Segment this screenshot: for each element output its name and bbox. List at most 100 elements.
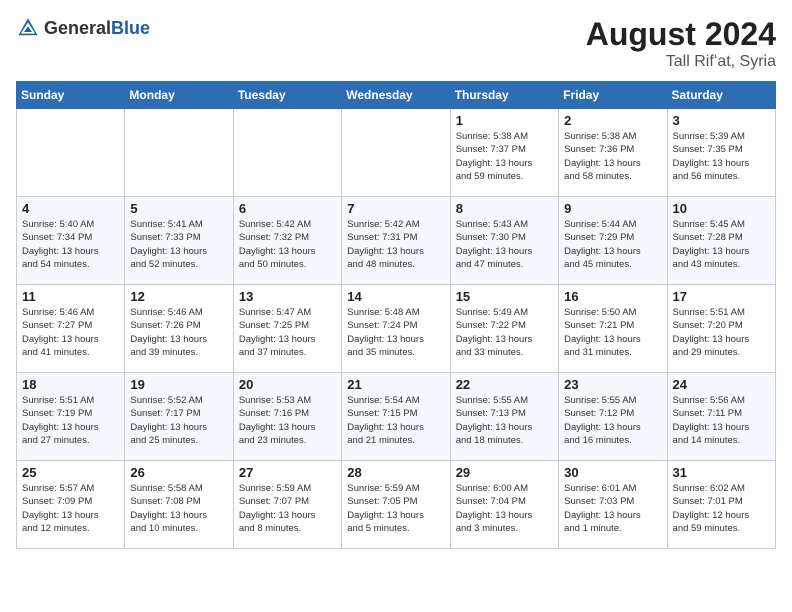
calendar-week-1: 1 Sunrise: 5:38 AMSunset: 7:37 PMDaylight…: [17, 109, 776, 197]
calendar-cell: 27Sunrise: 5:59 AMSunset: 7:07 PMDayligh…: [233, 461, 341, 549]
calendar-cell: 23Sunrise: 5:55 AMSunset: 7:12 PMDayligh…: [559, 373, 667, 461]
calendar-cell: 9Sunrise: 5:44 AMSunset: 7:29 PMDaylight…: [559, 197, 667, 285]
day-number: 13: [239, 289, 336, 304]
day-info: Sunrise: 5:48 AMSunset: 7:24 PMDaylight:…: [347, 306, 444, 359]
day-info: Sunrise: 5:59 AMSunset: 7:07 PMDaylight:…: [239, 482, 336, 535]
day-number: 12: [130, 289, 227, 304]
calendar-cell: [17, 109, 125, 197]
calendar-cell: 25 Sunrise: 5:57 AMSunset: 7:09 PMDayligh…: [17, 461, 125, 549]
calendar-cell: 19 Sunrise: 5:52 AMSunset: 7:17 PMDayligh…: [125, 373, 233, 461]
day-info: Sunrise: 6:00 AMSunset: 7:04 PMDaylight:…: [456, 482, 553, 535]
logo-general: General: [44, 18, 111, 38]
day-info: Sunrise: 5:55 AMSunset: 7:13 PMDaylight:…: [456, 394, 553, 447]
logo-icon: [16, 16, 40, 40]
day-info: Sunrise: 5:43 AMSunset: 7:30 PMDaylight:…: [456, 218, 553, 271]
day-number: 20: [239, 377, 336, 392]
day-info: Sunrise: 5:57 AMSunset: 7:09 PMDaylight:…: [22, 482, 119, 535]
calendar-cell: 10 Sunrise: 5:45 AMSunset: 7:28 PMDayligh…: [667, 197, 775, 285]
page-header: GeneralBlue August 2024 Tall Rifʻat, Syr…: [16, 16, 776, 71]
calendar-cell: 31 Sunrise: 6:02 AMSunset: 7:01 PMDayligh…: [667, 461, 775, 549]
location: Tall Rifʻat, Syria: [586, 53, 776, 71]
day-info: Sunrise: 5:39 AMSunset: 7:35 PMDaylight:…: [673, 130, 770, 183]
day-number: 22: [456, 377, 553, 392]
day-number: 29: [456, 465, 553, 480]
day-number: 6: [239, 201, 336, 216]
weekday-header-wednesday: Wednesday: [342, 82, 450, 109]
calendar-cell: 11Sunrise: 5:46 AMSunset: 7:27 PMDayligh…: [17, 285, 125, 373]
calendar-cell: 7 Sunrise: 5:42 AMSunset: 7:31 PMDaylight…: [342, 197, 450, 285]
day-number: 10: [673, 201, 770, 216]
day-number: 14: [347, 289, 444, 304]
day-number: 31: [673, 465, 770, 480]
day-info: Sunrise: 5:54 AMSunset: 7:15 PMDaylight:…: [347, 394, 444, 447]
calendar-week-5: 25 Sunrise: 5:57 AMSunset: 7:09 PMDayligh…: [17, 461, 776, 549]
day-info: Sunrise: 5:42 AMSunset: 7:32 PMDaylight:…: [239, 218, 336, 271]
month-year: August 2024: [586, 16, 776, 53]
calendar-table: SundayMondayTuesdayWednesdayThursdayFrid…: [16, 81, 776, 549]
day-number: 23: [564, 377, 661, 392]
calendar-cell: [125, 109, 233, 197]
day-info: Sunrise: 5:56 AMSunset: 7:11 PMDaylight:…: [673, 394, 770, 447]
calendar-cell: 1 Sunrise: 5:38 AMSunset: 7:37 PMDaylight…: [450, 109, 558, 197]
calendar-cell: 29 Sunrise: 6:00 AMSunset: 7:04 PMDayligh…: [450, 461, 558, 549]
day-number: 21: [347, 377, 444, 392]
day-info: Sunrise: 5:51 AMSunset: 7:20 PMDaylight:…: [673, 306, 770, 359]
day-info: Sunrise: 5:38 AMSunset: 7:37 PMDaylight:…: [456, 130, 553, 183]
calendar-cell: 21 Sunrise: 5:54 AMSunset: 7:15 PMDayligh…: [342, 373, 450, 461]
day-info: Sunrise: 5:52 AMSunset: 7:17 PMDaylight:…: [130, 394, 227, 447]
calendar-cell: 14 Sunrise: 5:48 AMSunset: 7:24 PMDayligh…: [342, 285, 450, 373]
calendar-cell: 17 Sunrise: 5:51 AMSunset: 7:20 PMDayligh…: [667, 285, 775, 373]
calendar-cell: 30 Sunrise: 6:01 AMSunset: 7:03 PMDayligh…: [559, 461, 667, 549]
day-number: 8: [456, 201, 553, 216]
calendar-week-4: 18 Sunrise: 5:51 AMSunset: 7:19 PMDayligh…: [17, 373, 776, 461]
day-number: 16: [564, 289, 661, 304]
calendar-cell: 22 Sunrise: 5:55 AMSunset: 7:13 PMDayligh…: [450, 373, 558, 461]
day-info: Sunrise: 5:58 AMSunset: 7:08 PMDaylight:…: [130, 482, 227, 535]
day-number: 2: [564, 113, 661, 128]
day-number: 1: [456, 113, 553, 128]
weekday-header-monday: Monday: [125, 82, 233, 109]
day-number: 5: [130, 201, 227, 216]
day-number: 4: [22, 201, 119, 216]
day-number: 26: [130, 465, 227, 480]
calendar-cell: 5 Sunrise: 5:41 AMSunset: 7:33 PMDaylight…: [125, 197, 233, 285]
day-number: 11: [22, 289, 119, 304]
calendar-cell: 6 Sunrise: 5:42 AMSunset: 7:32 PMDaylight…: [233, 197, 341, 285]
calendar-header-row: SundayMondayTuesdayWednesdayThursdayFrid…: [17, 82, 776, 109]
day-info: Sunrise: 5:42 AMSunset: 7:31 PMDaylight:…: [347, 218, 444, 271]
day-number: 30: [564, 465, 661, 480]
calendar-cell: 18 Sunrise: 5:51 AMSunset: 7:19 PMDayligh…: [17, 373, 125, 461]
day-number: 18: [22, 377, 119, 392]
calendar-cell: 8 Sunrise: 5:43 AMSunset: 7:30 PMDaylight…: [450, 197, 558, 285]
day-info: Sunrise: 5:46 AMSunset: 7:26 PMDaylight:…: [130, 306, 227, 359]
day-info: Sunrise: 5:49 AMSunset: 7:22 PMDaylight:…: [456, 306, 553, 359]
calendar-cell: 12 Sunrise: 5:46 AMSunset: 7:26 PMDayligh…: [125, 285, 233, 373]
calendar-cell: [233, 109, 341, 197]
day-number: 28: [347, 465, 444, 480]
weekday-header-friday: Friday: [559, 82, 667, 109]
day-info: Sunrise: 5:47 AMSunset: 7:25 PMDaylight:…: [239, 306, 336, 359]
day-info: Sunrise: 6:01 AMSunset: 7:03 PMDaylight:…: [564, 482, 661, 535]
day-info: Sunrise: 5:50 AMSunset: 7:21 PMDaylight:…: [564, 306, 661, 359]
day-info: Sunrise: 5:45 AMSunset: 7:28 PMDaylight:…: [673, 218, 770, 271]
day-info: Sunrise: 5:59 AMSunset: 7:05 PMDaylight:…: [347, 482, 444, 535]
calendar-cell: 15Sunrise: 5:49 AMSunset: 7:22 PMDayligh…: [450, 285, 558, 373]
day-number: 9: [564, 201, 661, 216]
calendar-week-3: 11Sunrise: 5:46 AMSunset: 7:27 PMDayligh…: [17, 285, 776, 373]
weekday-header-tuesday: Tuesday: [233, 82, 341, 109]
calendar-cell: 16 Sunrise: 5:50 AMSunset: 7:21 PMDayligh…: [559, 285, 667, 373]
calendar-cell: 28 Sunrise: 5:59 AMSunset: 7:05 PMDayligh…: [342, 461, 450, 549]
day-number: 25: [22, 465, 119, 480]
day-number: 7: [347, 201, 444, 216]
day-number: 17: [673, 289, 770, 304]
weekday-header-thursday: Thursday: [450, 82, 558, 109]
calendar-cell: 24Sunrise: 5:56 AMSunset: 7:11 PMDayligh…: [667, 373, 775, 461]
day-info: Sunrise: 5:38 AMSunset: 7:36 PMDaylight:…: [564, 130, 661, 183]
calendar-cell: 20Sunrise: 5:53 AMSunset: 7:16 PMDayligh…: [233, 373, 341, 461]
weekday-header-sunday: Sunday: [17, 82, 125, 109]
day-info: Sunrise: 5:41 AMSunset: 7:33 PMDaylight:…: [130, 218, 227, 271]
day-number: 19: [130, 377, 227, 392]
day-info: Sunrise: 6:02 AMSunset: 7:01 PMDaylight:…: [673, 482, 770, 535]
day-info: Sunrise: 5:40 AMSunset: 7:34 PMDaylight:…: [22, 218, 119, 271]
day-info: Sunrise: 5:51 AMSunset: 7:19 PMDaylight:…: [22, 394, 119, 447]
